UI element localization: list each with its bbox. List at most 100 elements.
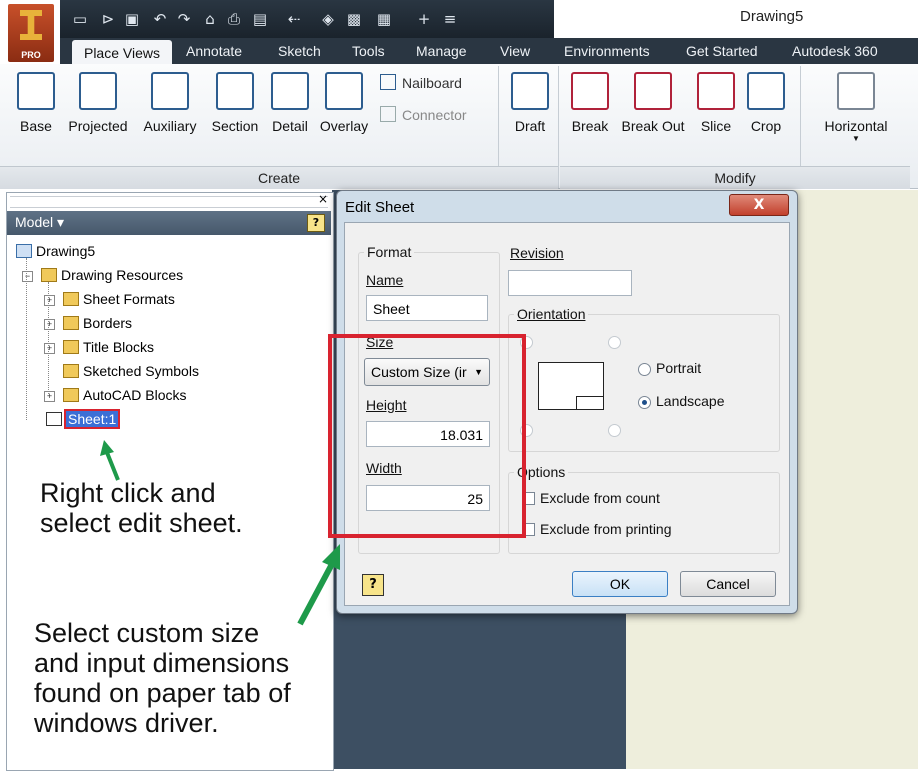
app-logo[interactable]: PRO [8, 4, 54, 62]
horizontal-align-icon [837, 72, 875, 110]
help-icon[interactable]: ? [307, 214, 325, 232]
slice-button[interactable]: Slice [694, 72, 738, 134]
print-icon[interactable]: ⎙ [226, 11, 242, 27]
help-icon[interactable]: ? [362, 574, 384, 596]
browser-dropdown[interactable]: Model ▾ [15, 214, 64, 231]
overlay-view-icon [325, 72, 363, 110]
tab-environments[interactable]: Environments [562, 38, 652, 64]
portrait-label: Portrait [656, 360, 702, 376]
tab-place-views[interactable]: Place Views [72, 40, 172, 66]
name-label: Name [366, 272, 404, 288]
folder-icon [63, 340, 79, 354]
tab-annotate[interactable]: Annotate [184, 38, 244, 64]
close-icon[interactable]: × [318, 192, 328, 206]
drawing-icon [16, 244, 32, 258]
tree-line [48, 282, 50, 396]
pro-badge: PRO [21, 50, 41, 60]
tree-label: Sketched Symbols [83, 363, 199, 379]
landscape-label: Landscape [656, 393, 725, 409]
tree-item-borders[interactable]: + Borders [44, 313, 132, 333]
draft-label: Draft [514, 118, 546, 134]
base-button[interactable]: Base [14, 72, 58, 134]
tree-line [26, 258, 28, 420]
nailboard-label: Nailboard [402, 75, 462, 91]
projected-button[interactable]: Projected [62, 72, 134, 134]
orientation-corner-radio[interactable] [608, 336, 621, 349]
tab-sketch[interactable]: Sketch [276, 38, 323, 64]
horizontal-label: Horizontal [824, 118, 888, 134]
crop-label: Crop [750, 118, 782, 134]
image-icon[interactable]: ▩ [346, 11, 362, 27]
tree-item-sheet-formats[interactable]: + Sheet Formats [44, 289, 175, 309]
detail-button[interactable]: Detail [266, 72, 314, 134]
tree-item-title-blocks[interactable]: + Title Blocks [44, 337, 154, 357]
auxiliary-label: Auxiliary [143, 118, 197, 134]
section-label: Section [211, 118, 259, 134]
select-icon[interactable]: ▦ [376, 11, 392, 27]
customize-icon[interactable]: ≡ [442, 11, 458, 27]
save-icon[interactable]: ▣ [124, 11, 140, 27]
folder-icon [63, 364, 79, 378]
projected-view-icon [79, 72, 117, 110]
horizontal-button[interactable]: Horizontal ▼ [814, 72, 898, 143]
create-panel-label: Create [0, 166, 558, 189]
folder-icon [41, 268, 57, 282]
landscape-radio[interactable] [638, 396, 651, 409]
update-icon[interactable]: ▤ [252, 11, 268, 27]
chevron-down-icon: ▼ [852, 134, 860, 143]
revision-field[interactable] [508, 270, 632, 296]
return-icon[interactable]: ⇠ [286, 11, 302, 27]
auxiliary-button[interactable]: Auxiliary [138, 72, 202, 134]
tree-label: Borders [83, 315, 133, 331]
orientation-corner-radio[interactable] [608, 424, 621, 437]
tab-get-started[interactable]: Get Started [684, 38, 760, 64]
browser-header[interactable]: Model ▾ ? [7, 211, 331, 235]
name-field[interactable]: Sheet [366, 295, 488, 321]
section-button[interactable]: Section [205, 72, 265, 134]
home-icon[interactable]: ⌂ [202, 11, 218, 27]
tree-item-autocad-blocks[interactable]: + AutoCAD Blocks [44, 385, 186, 405]
nailboard-button[interactable]: Nailboard [380, 74, 462, 91]
highlight-box [328, 334, 526, 538]
note-line: Select custom size [34, 618, 260, 648]
portrait-radio[interactable] [638, 363, 651, 376]
draft-button[interactable]: Draft [508, 72, 552, 134]
overlay-button[interactable]: Overlay [316, 72, 372, 134]
note-line: windows driver. [34, 708, 219, 738]
cancel-button[interactable]: Cancel [680, 571, 776, 597]
add-icon[interactable]: + [416, 11, 432, 27]
sheet-icon [46, 412, 62, 426]
connector-button[interactable]: Connector [380, 106, 467, 123]
tree-label: Title Blocks [83, 339, 155, 355]
break-out-icon [634, 72, 672, 110]
note-line: found on paper tab of [34, 678, 291, 708]
undo-icon[interactable]: ↶ [152, 11, 168, 27]
tab-manage[interactable]: Manage [414, 38, 469, 64]
open-file-icon[interactable]: ⊳ [100, 11, 116, 27]
note-line: and input dimensions [34, 648, 290, 678]
redo-icon[interactable]: ↷ [176, 11, 192, 27]
folder-icon [63, 292, 79, 306]
tab-autodesk-360[interactable]: Autodesk 360 [790, 38, 880, 64]
tree-item-sketched-symbols[interactable]: Sketched Symbols [63, 361, 199, 381]
ribbon-separator [558, 66, 559, 188]
ok-button[interactable]: OK [572, 571, 668, 597]
break-out-button[interactable]: Break Out [616, 72, 690, 134]
tree-label: Drawing Resources [61, 267, 184, 283]
crop-button[interactable]: Crop [744, 72, 788, 134]
dialog-close-button[interactable]: X [729, 194, 789, 216]
tab-tools[interactable]: Tools [350, 38, 387, 64]
new-file-icon[interactable]: ▭ [72, 11, 88, 27]
properties-icon[interactable]: ◈ [320, 11, 336, 27]
connector-icon [380, 106, 396, 122]
note-line: Right click and [40, 478, 216, 508]
tab-view[interactable]: View [498, 38, 532, 64]
tree-label: AutoCAD Blocks [83, 387, 187, 403]
tree-item-sheet-1[interactable]: Sheet:1 [46, 409, 121, 429]
detail-view-icon [271, 72, 309, 110]
base-view-icon [17, 72, 55, 110]
break-out-label: Break Out [621, 118, 685, 134]
break-button[interactable]: Break [566, 72, 614, 134]
inventor-logo-icon [20, 10, 42, 40]
tree-item-drawing-resources[interactable]: − Drawing Resources [22, 265, 183, 285]
